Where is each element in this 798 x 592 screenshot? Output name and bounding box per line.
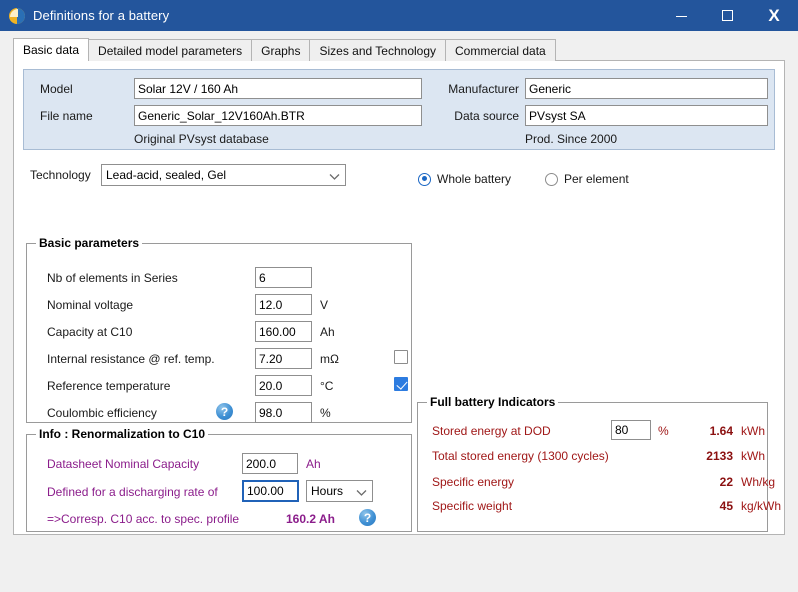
tab-commercial-data[interactable]: Commercial data [445, 39, 556, 61]
close-icon: X [768, 6, 780, 25]
basic-parameters-group: Basic parameters Nb of elements in Serie… [26, 236, 412, 423]
data-source-input[interactable] [525, 105, 768, 126]
pvsyst-app-icon [9, 7, 25, 24]
identification-panel: Model File name Original PVsyst database… [23, 69, 775, 150]
database-note: Original PVsyst database [134, 132, 269, 146]
tab-label: Commercial data [455, 43, 546, 58]
close-button[interactable]: X [750, 0, 798, 31]
renormalization-title: Info : Renormalization to C10 [36, 427, 209, 441]
corresp-c10-label: =>Corresp. C10 acc. to spec. profile [47, 512, 240, 526]
specific-weight-unit: kg/kWh [741, 499, 782, 513]
technology-label: Technology [30, 168, 91, 182]
production-note: Prod. Since 2000 [525, 132, 618, 146]
nominal-voltage-input[interactable] [255, 294, 312, 315]
technology-value: Lead-acid, sealed, Gel [106, 168, 227, 182]
reference-temperature-unit: °C [320, 379, 334, 393]
tab-graphs[interactable]: Graphs [251, 39, 311, 61]
file-name-label: File name [40, 109, 93, 123]
renormalization-group: Info : Renormalization to C10 Datasheet … [26, 427, 412, 532]
capacity-c10-label: Capacity at C10 [47, 325, 133, 339]
tab-panel-basic-data: Model File name Original PVsyst database… [13, 60, 785, 535]
coulombic-efficiency-input[interactable] [255, 402, 312, 423]
discharging-rate-input[interactable] [242, 480, 299, 502]
maximize-button[interactable] [704, 0, 750, 31]
file-name-input[interactable] [134, 105, 422, 126]
minimize-button[interactable] [658, 0, 704, 31]
corresp-c10-value: 160.2 Ah [286, 512, 335, 526]
total-stored-energy-unit: kWh [741, 449, 765, 463]
tab-label: Graphs [261, 43, 301, 58]
datasheet-nominal-capacity-label: Datasheet Nominal Capacity [47, 457, 200, 471]
specific-energy-unit: Wh/kg [741, 475, 776, 489]
internal-resistance-label: Internal resistance @ ref. temp. [47, 352, 215, 366]
tab-label: Sizes and Technology [319, 43, 437, 58]
radio-indicator [418, 172, 431, 186]
chevron-down-icon [356, 489, 367, 498]
nominal-voltage-label: Nominal voltage [47, 298, 134, 312]
help-icon-renormalization[interactable]: ? [359, 509, 376, 526]
coulombic-efficiency-unit: % [320, 406, 331, 420]
stored-energy-dod-value: 1.64 [709, 424, 733, 438]
full-battery-indicators-group: Full battery Indicators Stored energy at… [417, 395, 781, 532]
stored-energy-dod-unit: kWh [741, 424, 765, 438]
internal-resistance-unit: mΩ [320, 352, 339, 366]
discharging-rate-label: Defined for a discharging rate of [47, 485, 218, 499]
model-label: Model [40, 82, 73, 96]
nb-elements-series-input[interactable] [255, 267, 312, 288]
window-title: Definitions for a battery [33, 8, 170, 23]
total-stored-energy-label: Total stored energy (1300 cycles) [432, 449, 609, 463]
specific-weight-value: 45 [719, 499, 733, 513]
capacity-c10-unit: Ah [320, 325, 335, 339]
window-controls: X [658, 0, 798, 31]
model-input[interactable] [134, 78, 422, 99]
datasheet-nominal-capacity-unit: Ah [306, 457, 321, 471]
title-bar: Definitions for a battery X [0, 0, 798, 31]
stored-energy-dod-input[interactable] [611, 420, 651, 440]
datasheet-nominal-capacity-input[interactable] [242, 453, 298, 474]
scope-per-element-label: Per element [564, 172, 629, 186]
specific-weight-label: Specific weight [432, 499, 513, 513]
chevron-down-icon [329, 173, 340, 182]
tab-detailed-model-parameters[interactable]: Detailed model parameters [88, 39, 253, 61]
scope-whole-battery-radio[interactable]: Whole battery [418, 172, 511, 186]
tab-label: Detailed model parameters [98, 43, 243, 58]
scope-per-element-radio[interactable]: Per element [545, 172, 629, 186]
help-icon-coulombic-efficiency[interactable]: ? [216, 403, 233, 420]
specific-energy-label: Specific energy [432, 475, 515, 489]
full-battery-indicators-title: Full battery Indicators [427, 395, 559, 409]
radio-indicator [545, 172, 558, 186]
maximize-icon [721, 10, 733, 21]
discharging-rate-unit-select[interactable]: Hours [306, 480, 373, 502]
tab-sizes-and-technology[interactable]: Sizes and Technology [309, 39, 447, 61]
internal-resistance-checkbox[interactable] [394, 350, 408, 364]
battery-definitions-window: Definitions for a battery X Basic data D… [0, 0, 798, 592]
capacity-c10-input[interactable] [255, 321, 312, 342]
nb-elements-series-label: Nb of elements in Series [47, 271, 178, 285]
tab-label: Basic data [23, 43, 80, 57]
manufacturer-label: Manufacturer [448, 82, 519, 96]
bottom-action-bar: testLabel Copy to table Print Cancel [0, 536, 798, 592]
data-source-label: Data source [454, 109, 519, 123]
coulombic-efficiency-label: Coulombic efficiency [47, 406, 157, 420]
tab-strip: Basic data Detailed model parameters Gra… [13, 38, 556, 61]
manufacturer-input[interactable] [525, 78, 768, 99]
internal-resistance-input[interactable] [255, 348, 312, 369]
reference-temperature-input[interactable] [255, 375, 312, 396]
tab-basic-data[interactable]: Basic data [13, 38, 90, 61]
reference-temperature-label: Reference temperature [47, 379, 171, 393]
nominal-voltage-unit: V [320, 298, 329, 312]
minimize-icon [675, 16, 687, 17]
total-stored-energy-value: 2133 [706, 449, 733, 463]
scope-whole-battery-label: Whole battery [437, 172, 512, 186]
technology-select[interactable]: Lead-acid, sealed, Gel [101, 164, 346, 186]
basic-parameters-title: Basic parameters [36, 236, 143, 250]
stored-energy-dod-label: Stored energy at DOD [432, 424, 551, 438]
reference-temperature-checkbox[interactable] [394, 377, 408, 391]
discharging-rate-unit-value: Hours [311, 484, 344, 498]
specific-energy-value: 22 [719, 475, 733, 489]
